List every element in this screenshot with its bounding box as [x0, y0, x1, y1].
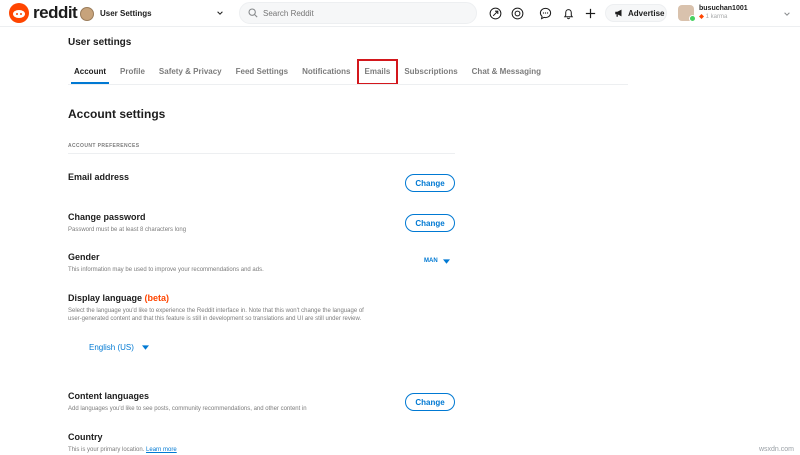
popular-icon[interactable] — [488, 6, 502, 20]
search-input[interactable] — [263, 8, 463, 18]
display-language-description: Select the language you'd like to experi… — [68, 308, 364, 322]
tab-chat-messaging[interactable]: Chat & Messaging — [465, 60, 548, 84]
chat-icon[interactable] — [538, 6, 552, 20]
community-switcher[interactable]: User Settings — [80, 3, 228, 24]
section-title: Account settings — [68, 107, 166, 121]
display-language-label: Display language — [68, 293, 143, 303]
tab-profile[interactable]: Profile — [113, 60, 152, 84]
create-post-plus-icon[interactable] — [583, 6, 597, 20]
email-title: Email address — [68, 172, 130, 182]
page-title: User settings — [68, 37, 132, 48]
user-avatar — [678, 5, 696, 22]
chevron-down-icon — [784, 12, 790, 16]
content-languages-title: Content languages — [68, 391, 150, 401]
user-meta: busuchan1001 1 karma — [699, 4, 748, 22]
content-languages-description: Add languages you'd like to see posts, c… — [68, 406, 307, 412]
chevron-down-icon — [217, 11, 223, 15]
caret-down-icon — [442, 258, 450, 264]
learn-more-link[interactable]: Learn more — [146, 447, 177, 453]
gender-description: This information may be used to improve … — [68, 267, 264, 273]
bell-icon[interactable] — [561, 6, 575, 20]
display-language-value: English (US) — [89, 343, 134, 352]
password-title: Change password — [68, 212, 146, 222]
change-content-languages-button[interactable]: Change — [405, 393, 455, 411]
caret-down-icon — [141, 345, 149, 350]
display-language-title: Display language (beta) — [68, 293, 169, 303]
country-description-text: This is your primary location. — [68, 447, 145, 453]
coins-icon[interactable] — [510, 6, 524, 20]
user-karma-text: 1 karma — [705, 14, 728, 20]
gender-value: MAN — [424, 258, 438, 264]
display-language-dropdown[interactable]: English (US) — [89, 343, 149, 352]
change-password-button[interactable]: Change — [405, 214, 455, 232]
beta-badge: (beta) — [144, 293, 170, 303]
search-bar[interactable] — [239, 2, 477, 24]
country-description: This is your primary location. Learn mor… — [68, 446, 177, 454]
top-navigation-bar: reddit User Settings Advertise busuchan1… — [0, 0, 800, 27]
settings-tabs: Account Profile Safety & Privacy Feed Se… — [67, 59, 548, 85]
tab-subscriptions[interactable]: Subscriptions — [397, 60, 464, 84]
advertise-label: Advertise — [628, 8, 665, 18]
karma-icon — [699, 13, 704, 19]
search-icon — [248, 8, 258, 18]
tab-notifications[interactable]: Notifications — [295, 60, 357, 84]
tab-emails[interactable]: Emails — [356, 59, 399, 85]
brand-name: reddit — [33, 3, 78, 22]
user-menu[interactable]: busuchan1001 1 karma — [678, 2, 793, 24]
user-name: busuchan1001 — [699, 5, 748, 12]
user-settings-avatar-icon — [80, 6, 94, 21]
watermark: wsxdn.com — [758, 446, 794, 453]
password-description: Password must be at least 8 characters l… — [68, 227, 187, 233]
subhead-divider — [68, 153, 455, 154]
user-karma: 1 karma — [699, 13, 748, 22]
change-email-button[interactable]: Change — [405, 174, 455, 192]
tabs-divider — [68, 84, 628, 85]
reddit-alien-icon — [9, 3, 29, 23]
tab-account[interactable]: Account — [67, 60, 113, 84]
account-preferences-heading: ACCOUNT PREFERENCES — [68, 143, 140, 149]
megaphone-icon — [615, 9, 622, 17]
gender-title: Gender — [68, 252, 100, 262]
tab-safety-privacy[interactable]: Safety & Privacy — [152, 60, 229, 84]
country-title: Country — [68, 432, 103, 442]
community-switcher-label: User Settings — [100, 9, 152, 18]
tab-feed-settings[interactable]: Feed Settings — [229, 60, 295, 84]
reddit-logo[interactable]: reddit — [9, 3, 78, 23]
advertise-button[interactable]: Advertise — [605, 4, 667, 22]
gender-dropdown[interactable]: MAN — [424, 258, 450, 264]
